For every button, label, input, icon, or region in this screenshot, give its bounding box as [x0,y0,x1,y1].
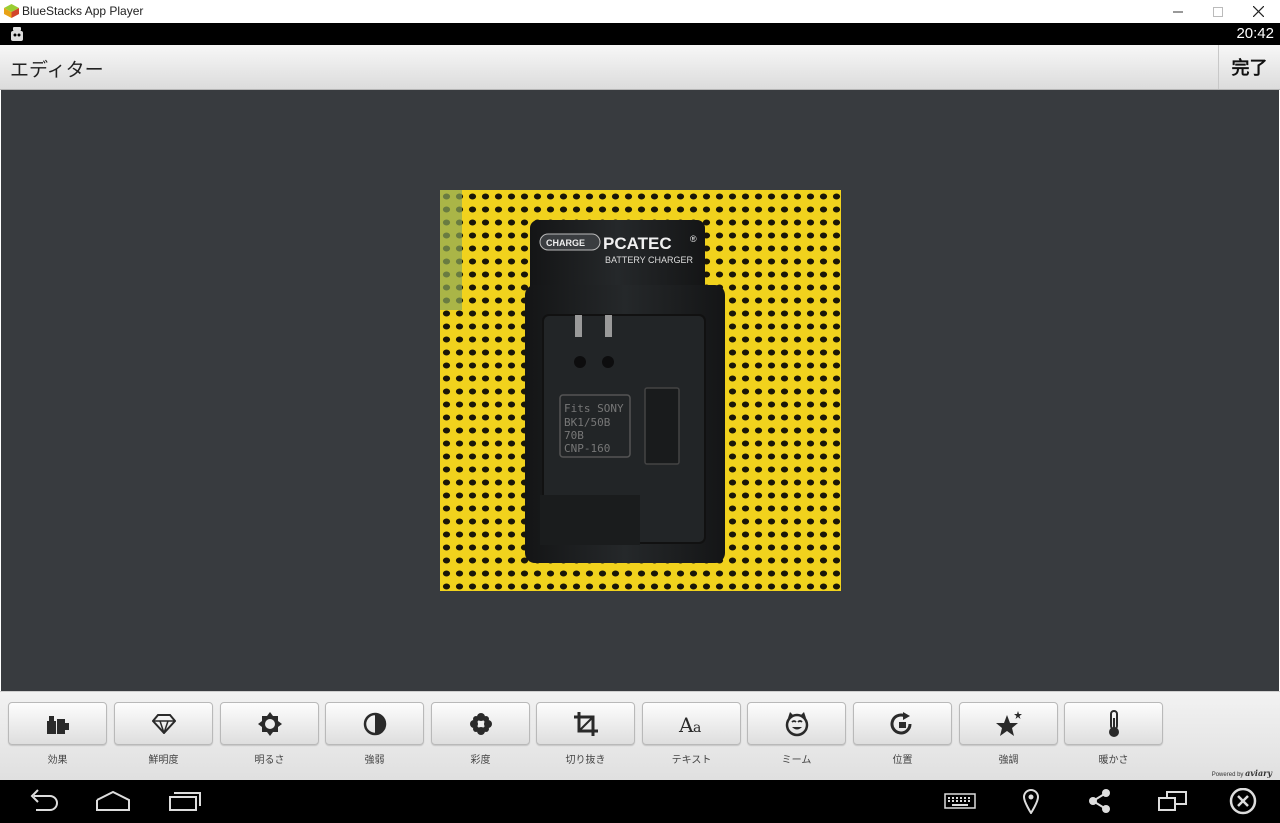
status-time: 20:42 [1236,25,1274,42]
tool-effects[interactable]: 効果 [8,702,107,766]
navigation-bar [0,780,1280,823]
bluestacks-logo-icon [4,4,19,18]
tool-text[interactable]: A a テキスト [642,702,741,766]
action-bar: エディター 完了 [0,45,1280,90]
enhance-button[interactable] [959,702,1058,745]
editor-toolbar: 効果 鮮明度 明るさ 強弱 彩度 切り抜き A a テキスト ミーム 位置 強調… [0,691,1280,780]
brightness-icon [257,711,282,736]
warmth-button[interactable] [1064,702,1163,745]
svg-text:a: a [693,720,701,735]
saturation-button[interactable] [431,702,530,745]
tool-label: 効果 [47,755,68,766]
window-title-bar: BlueStacks App Player [0,0,1280,23]
powered-by-brand: aviary [1245,768,1272,778]
rotate-icon [890,711,911,734]
orientation-button[interactable] [853,702,952,745]
multiwindow-icon[interactable] [1158,788,1188,814]
done-button[interactable]: 完了 [1218,45,1280,89]
tool-label: 強弱 [364,755,385,766]
home-icon[interactable] [95,788,131,814]
tool-sharpness[interactable]: 鮮明度 [114,702,213,766]
tool-label: 強調 [998,755,1019,766]
editor-canvas: Fits SONY BK1/50B 70B CNP-160 CHARGE PCA… [1,90,1279,691]
tool-label: 切り抜き [565,755,606,766]
tool-orientation[interactable]: 位置 [853,702,952,766]
fits-line-1: Fits SONY [564,402,624,415]
meme-button[interactable] [747,702,846,745]
powered-by: Powered by aviary [1212,768,1272,778]
tool-label: 彩度 [470,755,491,766]
contrast-icon [363,712,386,735]
text-button[interactable]: A a [642,702,741,745]
edited-photo[interactable]: Fits SONY BK1/50B 70B CNP-160 CHARGE PCA… [440,190,841,591]
location-icon[interactable] [1022,788,1040,814]
fits-line-2: BK1/50B [564,416,611,429]
tool-meme[interactable]: ミーム [747,702,846,766]
tool-crop[interactable]: 切り抜き [536,702,635,766]
app-notification-icon [11,27,23,41]
enhance-icon [995,710,1022,736]
powered-by-prefix: Powered by [1211,772,1244,778]
close-app-icon[interactable] [1229,788,1257,816]
minimize-button[interactable] [1158,0,1198,23]
registered-mark: ® [690,234,697,244]
maximize-icon [1213,6,1223,17]
sharpness-button[interactable] [114,702,213,745]
effects-button[interactable] [8,702,107,745]
crop-button[interactable] [536,702,635,745]
tool-label: 暖かさ [1098,755,1129,766]
tool-label: 明るさ [254,755,285,766]
text-icon: A a [678,713,701,735]
status-bar: 20:42 [0,23,1280,45]
page-title: エディター [10,59,104,81]
back-icon[interactable] [26,788,58,814]
crop-icon [573,711,598,736]
recents-icon[interactable] [168,788,202,814]
keyboard-icon[interactable] [944,788,976,814]
saturation-icon [469,712,492,735]
window-title: BlueStacks App Player [22,4,144,18]
tool-warmth[interactable]: 暖かさ [1064,702,1163,766]
brightness-button[interactable] [220,702,319,745]
tool-contrast[interactable]: 強弱 [325,702,424,766]
contrast-button[interactable] [325,702,424,745]
brand-subtitle: BATTERY CHARGER [605,255,694,265]
tool-label: テキスト [671,755,712,766]
diamond-icon [151,713,176,734]
minimize-icon [1173,11,1183,12]
maximize-button[interactable] [1198,0,1238,23]
brand-text: PCATEC [603,234,672,253]
tool-saturation[interactable]: 彩度 [431,702,530,766]
tool-brightness[interactable]: 明るさ [220,702,319,766]
meme-icon [785,711,808,736]
fits-line-4: CNP-160 [564,442,610,455]
fits-line-3: 70B [564,429,584,442]
thermometer-icon [1108,709,1119,737]
tool-enhance[interactable]: 強調 [959,702,1058,766]
close-icon [1252,6,1264,17]
photo-image: Fits SONY BK1/50B 70B CNP-160 CHARGE PCA… [440,190,841,591]
share-icon[interactable] [1088,788,1112,814]
svg-text:A: A [678,713,694,735]
charge-label: CHARGE [546,238,585,248]
tool-label: 位置 [892,755,913,766]
close-window-button[interactable] [1238,0,1278,23]
tool-label: 鮮明度 [148,755,179,766]
effects-icon [46,715,69,734]
tool-label: ミーム [781,755,812,766]
